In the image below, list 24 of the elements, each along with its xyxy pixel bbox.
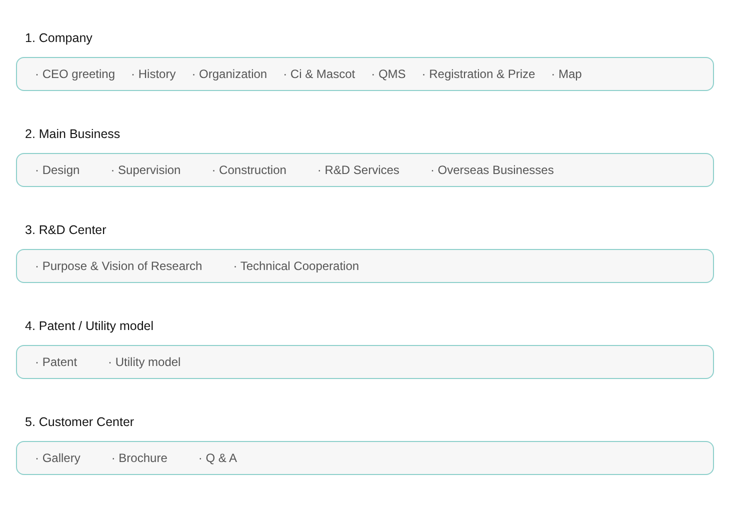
menu-link[interactable]: · Supervision [110, 163, 181, 177]
menu-link[interactable]: · Q & A [198, 451, 238, 465]
menu-link[interactable]: · History [131, 67, 176, 81]
menu-link[interactable]: · Overseas Businesses [430, 163, 554, 177]
section-heading: 4. Patent / Utility model [25, 318, 155, 334]
section-heading: 5. Customer Center [25, 414, 136, 430]
menu-link[interactable]: · Organization [192, 67, 268, 81]
menu-link[interactable]: · CEO greeting [35, 67, 116, 81]
menu-link[interactable]: · Utility model [108, 355, 181, 369]
menu-link[interactable]: · Design [35, 163, 80, 177]
menu-link[interactable]: · Ci & Mascot [283, 67, 356, 81]
menu-link[interactable]: · Gallery [35, 451, 80, 465]
section-heading: 3. R&D Center [25, 222, 108, 238]
menu-link[interactable]: · Brochure [111, 451, 168, 465]
menu-link[interactable]: · QMS [371, 67, 406, 81]
menu-link[interactable]: · Construction [212, 163, 286, 177]
menu-link[interactable]: · Technical Cooperation [233, 259, 360, 273]
menu-link[interactable]: · R&D Services [317, 163, 400, 177]
menu-link[interactable]: · Patent [35, 355, 78, 369]
menu-link[interactable]: · Purpose & Vision of Research [35, 259, 202, 273]
section-heading: 1. Company [25, 30, 94, 46]
menu-link[interactable]: · Map [551, 67, 582, 81]
menu-link[interactable]: · Registration & Prize [422, 67, 536, 81]
section-heading: 2. Main Business [25, 126, 122, 142]
